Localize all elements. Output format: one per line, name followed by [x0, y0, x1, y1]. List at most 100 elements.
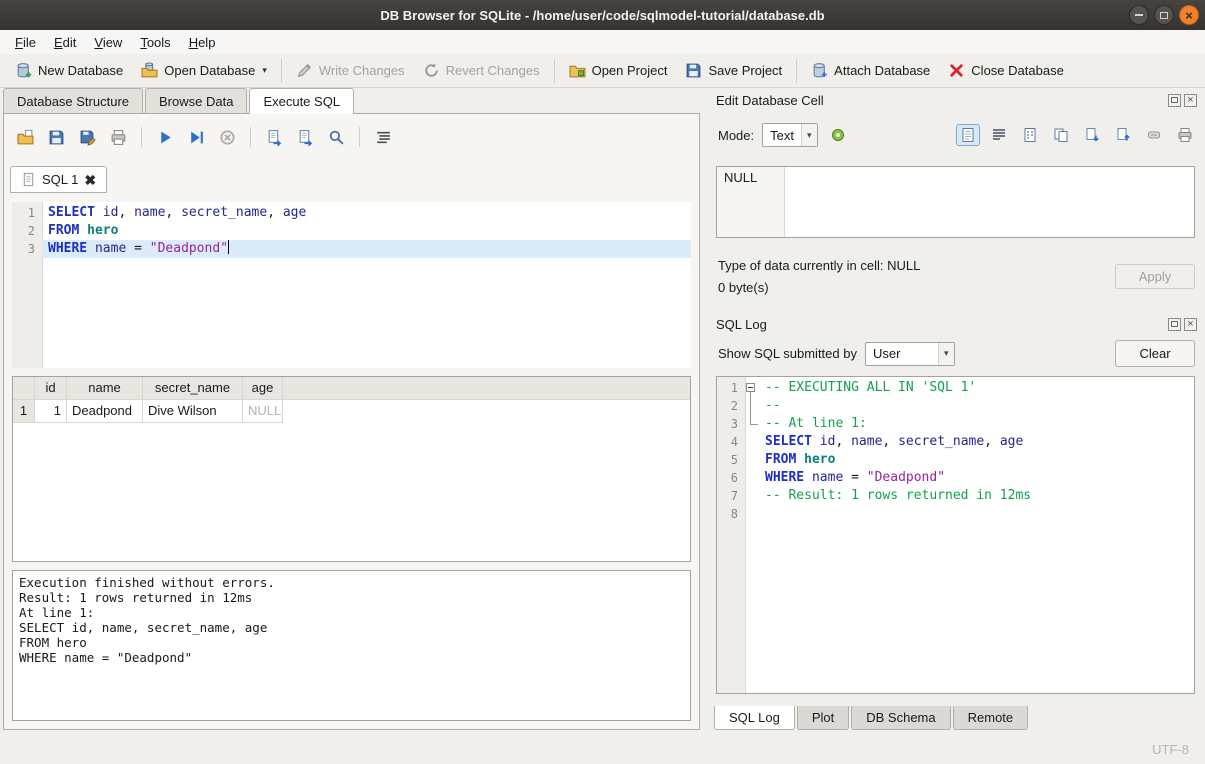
toolbar-separator [141, 127, 142, 147]
app-window: DB Browser for SQLite - /home/user/code/… [0, 0, 1205, 764]
tab-execute-sql[interactable]: Execute SQL [249, 88, 354, 114]
bottom-tab-remote[interactable]: Remote [953, 706, 1029, 730]
tab-database-structure[interactable]: Database Structure [3, 88, 143, 113]
menu-edit[interactable]: Edit [45, 32, 85, 53]
column-header-age[interactable]: age [243, 377, 283, 400]
cell-name[interactable]: Deadpond [67, 400, 143, 423]
cell-type-text: Type of data currently in cell: NULL [718, 258, 920, 273]
open-database-icon [141, 62, 158, 79]
main-toolbar: New Database Open Database▾ Write Changes R… [0, 54, 1205, 88]
bottom-tab-db-schema[interactable]: DB Schema [851, 706, 950, 730]
undock-panel-icon[interactable] [1168, 94, 1181, 107]
cell-editor[interactable]: NULL [716, 166, 1195, 238]
cell-secret-name[interactable]: Dive Wilson [143, 400, 243, 423]
toolbar-open-project-button[interactable]: Open Project [560, 59, 677, 82]
sql-editor[interactable]: 1SELECT id, name, secret_name, age2FROM … [12, 202, 691, 368]
tab-browse-data[interactable]: Browse Data [145, 88, 247, 113]
stop-icon [219, 129, 236, 146]
menu-tools[interactable]: Tools [131, 32, 179, 53]
export-csv-button[interactable] [261, 125, 287, 149]
column-header-name[interactable]: name [67, 377, 143, 400]
fold-gutter [745, 505, 759, 523]
save-sql-as-button[interactable] [74, 125, 100, 149]
cell-id[interactable]: 1 [35, 400, 67, 423]
toolbar-new-database-button[interactable]: New Database [6, 59, 132, 82]
bottom-tab-sql-log[interactable]: SQL Log [714, 706, 795, 730]
row-number[interactable]: 1 [13, 400, 35, 423]
sql-file-icon [21, 172, 36, 187]
execution-message: Execution finished without errors. Resul… [12, 570, 691, 721]
open-project-icon [569, 62, 586, 79]
bottom-tab-plot[interactable]: Plot [797, 706, 849, 730]
mode-select[interactable]: Text ▾ [762, 123, 817, 147]
line-number: 3 [12, 240, 42, 258]
execute-current-line-button[interactable] [183, 125, 209, 149]
toolbar-button-label: New Database [38, 63, 123, 78]
menu-view[interactable]: View [85, 32, 131, 53]
text-view-button[interactable] [956, 124, 980, 146]
log-filter-select[interactable]: User ▾ [865, 342, 955, 366]
write-changes-icon [296, 62, 313, 79]
open-sql-file-button[interactable] [12, 125, 38, 149]
save-sql-file-button[interactable] [43, 125, 69, 149]
mode-label: Mode: [718, 128, 754, 143]
toolbar-close-database-button[interactable]: Close Database [939, 59, 1073, 82]
left-panel: Database StructureBrowse DataExecute SQL… [0, 88, 706, 734]
menu-help[interactable]: Help [180, 32, 225, 53]
close-log-icon[interactable]: × [1184, 318, 1197, 331]
execute-all-button[interactable] [152, 125, 178, 149]
fold-marker[interactable] [745, 379, 759, 397]
close-panel-icon[interactable]: × [1184, 94, 1197, 107]
code-line: 5FROM hero [717, 451, 1194, 469]
find-replace-button[interactable] [323, 125, 349, 149]
sql-log-box[interactable]: 1-- EXECUTING ALL IN 'SQL 1'2--3-- At li… [716, 376, 1195, 694]
save-results-button[interactable] [292, 125, 318, 149]
undock-log-icon[interactable] [1168, 318, 1181, 331]
toolbar-save-project-button[interactable]: Save Project [676, 59, 791, 82]
sql-tab-close-icon[interactable]: ✖ [84, 173, 96, 187]
export-cell-button[interactable] [1111, 124, 1135, 146]
window-title: DB Browser for SQLite - /home/user/code/… [380, 8, 824, 23]
toolbar-button-label: Save Project [708, 63, 782, 78]
print-cell-button[interactable] [1173, 124, 1197, 146]
import-cell-button[interactable] [1080, 124, 1104, 146]
toolbar-button-label: Write Changes [319, 63, 405, 78]
minimize-button[interactable] [1129, 5, 1149, 25]
column-header-secret-name[interactable]: secret_name [143, 377, 243, 400]
line-number: 8 [717, 505, 745, 523]
word-wrap-button[interactable] [987, 124, 1011, 146]
format-sql-button[interactable] [370, 125, 396, 149]
open-sql-file-icon [17, 129, 34, 146]
toolbar-open-database-button[interactable]: Open Database▾ [132, 59, 276, 82]
print-sql-icon [110, 129, 127, 146]
log-filter-row: Show SQL submitted by User ▾ Clear [718, 340, 1197, 367]
toolbar-write-changes-button[interactable]: Write Changes [287, 59, 414, 82]
apply-button[interactable]: Apply [1115, 264, 1195, 289]
set-null-button[interactable] [1142, 124, 1166, 146]
maximize-button[interactable] [1154, 5, 1174, 25]
mode-settings-button[interactable] [826, 124, 850, 146]
column-header-id[interactable]: id [35, 377, 67, 400]
menu-file[interactable]: File [6, 32, 45, 53]
dropdown-caret-icon[interactable]: ▾ [262, 65, 267, 76]
fold-gutter [745, 469, 759, 487]
close-window-button[interactable]: × [1179, 5, 1199, 25]
print-sql-button[interactable] [105, 125, 131, 149]
window-controls: × [1124, 5, 1199, 25]
binary-view-button[interactable] [1018, 124, 1042, 146]
toolbar-attach-database-button[interactable]: Attach Database [802, 59, 939, 82]
execute-current-line-icon [188, 129, 205, 146]
titlebar[interactable]: DB Browser for SQLite - /home/user/code/… [0, 0, 1205, 30]
attach-database-icon [811, 62, 828, 79]
binary-view-icon [1022, 127, 1038, 143]
stop-button[interactable] [214, 125, 240, 149]
code-line: 4SELECT id, name, secret_name, age [717, 433, 1194, 451]
cell-content: NULL [724, 170, 757, 185]
save-project-icon [685, 62, 702, 79]
grid-corner[interactable] [13, 377, 35, 400]
toolbar-revert-changes-button[interactable]: Revert Changes [414, 59, 549, 82]
sql-tab[interactable]: SQL 1 ✖ [10, 166, 107, 193]
copy-cell-button[interactable] [1049, 124, 1073, 146]
clear-log-button[interactable]: Clear [1115, 340, 1195, 367]
cell-age[interactable]: NULL [243, 400, 283, 423]
